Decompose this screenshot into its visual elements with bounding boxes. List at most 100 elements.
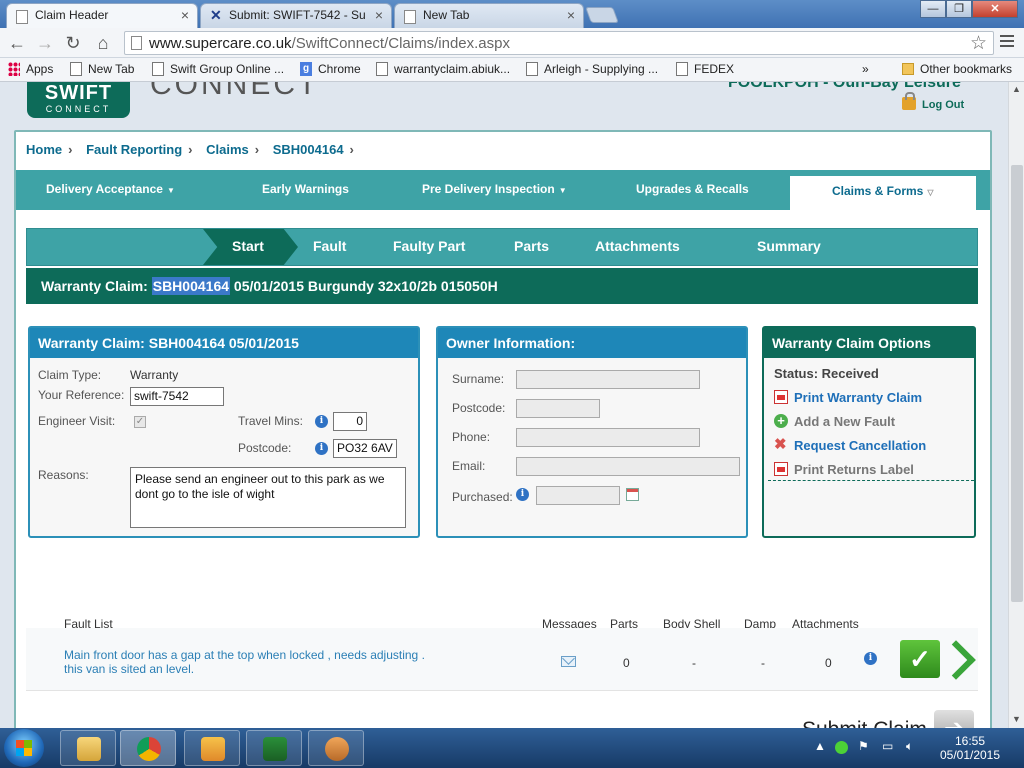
- new-tab-button[interactable]: [585, 7, 619, 23]
- minimize-button[interactable]: —: [920, 0, 946, 18]
- breadcrumb-claim-id[interactable]: SBH004164: [273, 142, 344, 157]
- browser-tab-bar: Claim Header × ✕ Submit: SWIFT-7542 - Su…: [0, 0, 1024, 28]
- table-row[interactable]: Main front door has a gap at the top whe…: [26, 628, 978, 690]
- add-new-fault-link[interactable]: + Add a New Fault: [774, 414, 895, 429]
- breadcrumb-fault-reporting[interactable]: Fault Reporting: [86, 142, 182, 157]
- swift-connect-logo[interactable]: SWIFT CONNECT: [27, 82, 130, 118]
- monitor-icon[interactable]: ▭: [882, 739, 893, 753]
- nav-early-warnings[interactable]: Early Warnings: [262, 182, 349, 196]
- scroll-down-icon[interactable]: ▼: [1012, 714, 1021, 724]
- check-icon[interactable]: ✓: [900, 640, 940, 678]
- bookmarks-bar: Apps New Tab Swift Group Online ... g Chr…: [0, 58, 1024, 82]
- home-icon[interactable]: ⌂: [92, 32, 114, 54]
- scroll-up-icon[interactable]: ▲: [1012, 84, 1021, 94]
- nav-delivery-acceptance[interactable]: Delivery Acceptance ▼: [46, 182, 175, 196]
- volume-icon[interactable]: 🔈︎: [906, 739, 913, 754]
- step-attachments[interactable]: Attachments: [595, 238, 680, 254]
- your-reference-field[interactable]: swift-7542: [130, 387, 224, 406]
- bookmark-other[interactable]: Other bookmarks: [902, 62, 1012, 76]
- travel-mins-field[interactable]: 0: [333, 412, 367, 431]
- step-fault[interactable]: Fault: [313, 238, 346, 254]
- network-status-icon[interactable]: [835, 741, 848, 754]
- submit-claim-label[interactable]: Submit Claim: [802, 718, 927, 728]
- tab-submit-swift[interactable]: ✕ Submit: SWIFT-7542 - Su ×: [200, 3, 392, 28]
- address-bar[interactable]: www.supercare.co.uk/SwiftConnect/Claims/…: [124, 31, 994, 55]
- x-icon: ✖: [774, 436, 787, 453]
- bookmark-swift-group[interactable]: Swift Group Online ...: [152, 62, 284, 76]
- step-start[interactable]: Start: [232, 238, 264, 254]
- panel-title: Owner Information:: [438, 328, 746, 358]
- browser-toolbar: ← → ↻ ⌂ www.supercare.co.uk/SwiftConnect…: [0, 28, 1024, 58]
- logout-link[interactable]: Log Out: [902, 92, 964, 111]
- sage-taskbar-button[interactable]: [246, 730, 302, 766]
- start-button[interactable]: [4, 729, 44, 767]
- outlook-taskbar-button[interactable]: [184, 730, 240, 766]
- phone-field[interactable]: [516, 428, 700, 447]
- tab-claim-header[interactable]: Claim Header ×: [6, 3, 198, 28]
- star-icon[interactable]: ☆: [970, 32, 987, 55]
- calendar-icon[interactable]: [626, 488, 639, 501]
- chevron-down-icon: ▼: [166, 186, 175, 195]
- breadcrumb: Home › Fault Reporting › Claims › SBH004164…: [26, 142, 364, 157]
- tab-new-tab[interactable]: New Tab ×: [394, 3, 584, 28]
- mail-icon[interactable]: [561, 656, 576, 667]
- breadcrumb-claims[interactable]: Claims: [206, 142, 249, 157]
- info-icon[interactable]: i: [516, 488, 529, 501]
- engineer-visit-checkbox[interactable]: ✓: [134, 416, 146, 428]
- back-icon[interactable]: ←: [6, 32, 28, 54]
- bookmark-warrantyclaim[interactable]: warrantyclaim.abiuk...: [376, 62, 510, 76]
- reload-icon[interactable]: ↻: [62, 32, 84, 54]
- owner-information-panel: Owner Information: Surname: Postcode: Ph…: [436, 326, 748, 538]
- chrome-taskbar-button[interactable]: [120, 730, 176, 766]
- step-parts[interactable]: Parts: [514, 238, 549, 254]
- clock[interactable]: 16:55 05/01/2015: [938, 734, 1002, 762]
- close-icon[interactable]: ×: [567, 7, 575, 23]
- nav-upgrades-recalls[interactable]: Upgrades & Recalls: [636, 182, 749, 196]
- page-scrollbar[interactable]: ▲ ▼: [1008, 82, 1024, 728]
- surname-field[interactable]: [516, 370, 700, 389]
- nav-claims-forms[interactable]: Claims & Forms ▽: [790, 176, 976, 210]
- bookmark-arleigh[interactable]: Arleigh - Supplying ...: [526, 62, 658, 76]
- info-icon[interactable]: i: [315, 415, 328, 428]
- owner-postcode-field[interactable]: [516, 399, 600, 418]
- nav-pre-delivery-inspection[interactable]: Pre Delivery Inspection ▼: [422, 182, 567, 196]
- email-field[interactable]: [516, 457, 740, 476]
- close-window-button[interactable]: ✕: [972, 0, 1018, 18]
- next-arrow-icon[interactable]: [944, 640, 974, 678]
- step-faulty-part[interactable]: Faulty Part: [393, 238, 465, 254]
- print-returns-label-link[interactable]: Print Returns Label: [774, 462, 914, 477]
- claim-status: Status: Received: [774, 366, 879, 381]
- restore-button[interactable]: ❐: [946, 0, 972, 18]
- scroll-thumb[interactable]: [1011, 165, 1023, 602]
- tray-show-hidden-icon[interactable]: ▲: [814, 739, 826, 753]
- breadcrumb-home[interactable]: Home: [26, 142, 62, 157]
- arleigh-icon: [526, 62, 538, 76]
- info-icon[interactable]: i: [315, 442, 328, 455]
- close-icon[interactable]: ×: [375, 7, 383, 23]
- info-icon[interactable]: i: [864, 652, 877, 665]
- fault-description[interactable]: Main front door has a gap at the top whe…: [64, 648, 425, 676]
- bookmark-chrome[interactable]: g Chrome: [300, 62, 361, 76]
- main-container: Home › Fault Reporting › Claims › SBH004164…: [14, 130, 992, 728]
- bookmarks-overflow[interactable]: »: [862, 62, 869, 76]
- reasons-textarea[interactable]: Please send an engineer out to this park…: [130, 467, 406, 528]
- plus-icon: +: [774, 414, 788, 428]
- forward-icon[interactable]: →: [34, 32, 56, 54]
- menu-icon[interactable]: [1000, 35, 1014, 47]
- explorer-taskbar-button[interactable]: [60, 730, 116, 766]
- bookmark-new-tab[interactable]: New Tab: [70, 62, 134, 76]
- print-warranty-claim-link[interactable]: Print Warranty Claim: [774, 390, 922, 405]
- flag-icon[interactable]: ⚑: [858, 739, 869, 753]
- attachments-count: 0: [825, 656, 832, 670]
- chevron-right-icon: ›: [68, 142, 73, 157]
- request-cancellation-link[interactable]: ✖ Request Cancellation: [774, 436, 926, 453]
- submit-claim-button[interactable]: [934, 710, 974, 728]
- postcode-field[interactable]: PO32 6AV: [333, 439, 397, 458]
- contacts-taskbar-button[interactable]: [308, 730, 364, 766]
- purchased-date-field[interactable]: [536, 486, 620, 505]
- pdf-icon: [774, 462, 788, 476]
- step-summary[interactable]: Summary: [757, 238, 821, 254]
- bookmark-apps[interactable]: Apps: [8, 62, 53, 76]
- close-icon[interactable]: ×: [181, 7, 189, 23]
- bookmark-fedex[interactable]: FEDEX: [676, 62, 734, 76]
